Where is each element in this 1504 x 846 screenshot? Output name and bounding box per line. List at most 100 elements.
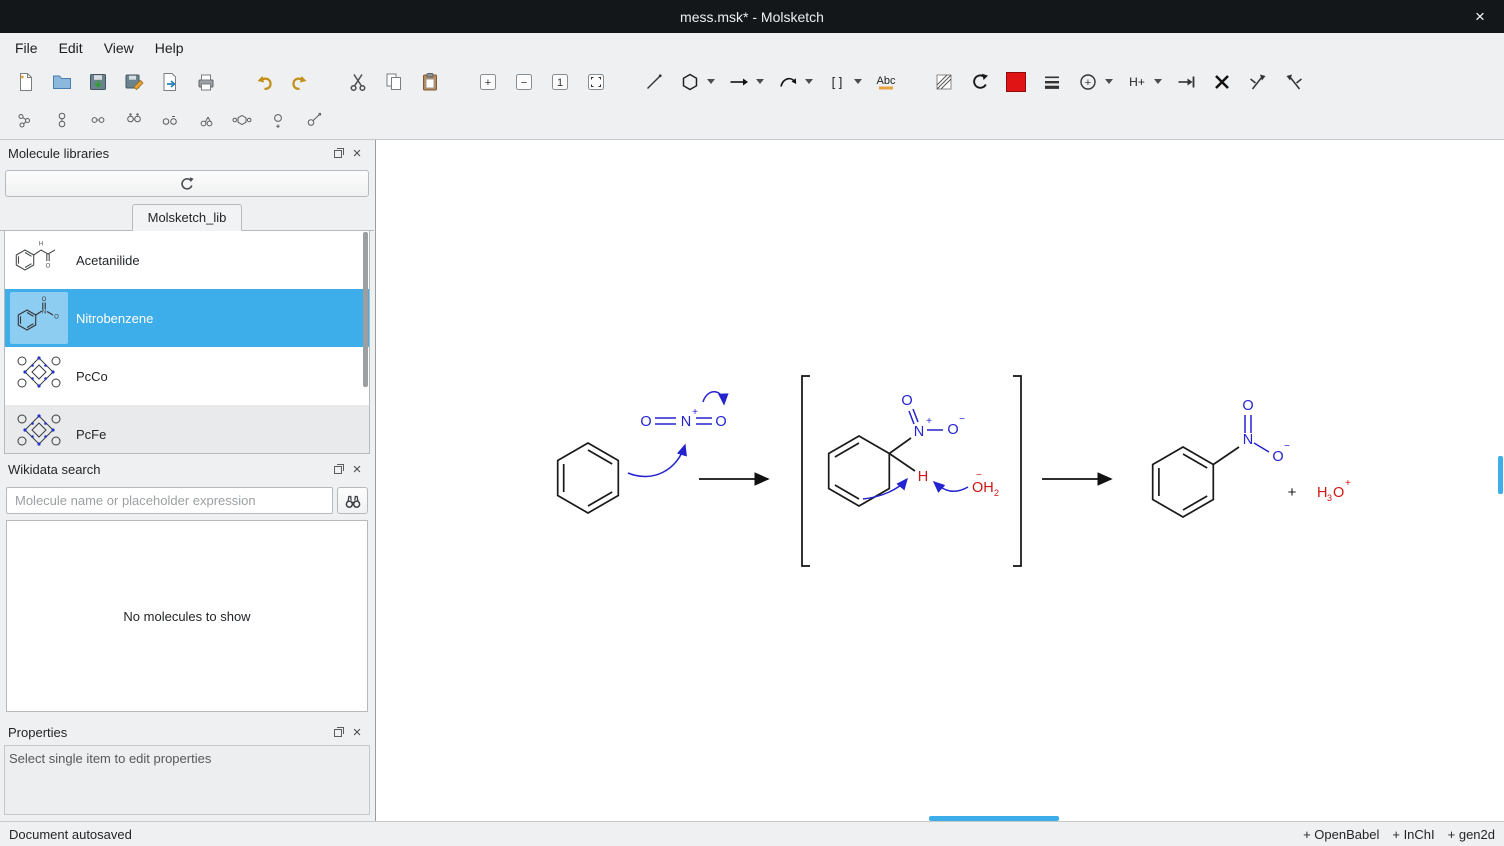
- undo-button[interactable]: [252, 70, 276, 94]
- molecule-template-9[interactable]: [302, 108, 326, 132]
- statusbar: Document autosaved + OpenBabel + InChI +…: [0, 821, 1504, 846]
- mechanism-arrow-n-to-o[interactable]: [703, 392, 724, 404]
- drawing-canvas[interactable]: O N + O: [375, 140, 1504, 822]
- reaction-scheme[interactable]: O N + O: [376, 140, 1504, 821]
- close-dock-icon[interactable]: ×: [348, 723, 366, 741]
- redo-button[interactable]: [288, 70, 312, 94]
- delete-tool[interactable]: [1210, 70, 1234, 94]
- status-plugins: + OpenBabel + InChI + gen2d: [1303, 827, 1495, 842]
- menubar: File Edit View Help: [0, 33, 1504, 62]
- subscript-3: 3: [1327, 493, 1332, 503]
- atom-o: O: [715, 414, 726, 430]
- mechanism-arrow-tool[interactable]: [776, 70, 800, 94]
- acetanilide-thumbnail: H O: [10, 234, 68, 286]
- flip-horizontal-tool[interactable]: [1246, 70, 1270, 94]
- charge-tool[interactable]: +: [1076, 70, 1100, 94]
- save-as-button[interactable]: [122, 70, 146, 94]
- reaction-arrow-dropdown[interactable]: [756, 79, 764, 84]
- molecule-template-4[interactable]: [122, 108, 146, 132]
- charge-plus: +: [1345, 478, 1351, 489]
- product-nitrobenzene[interactable]: O N O −: [1153, 398, 1290, 517]
- zoom-fit-button[interactable]: [584, 70, 608, 94]
- float-dock-icon[interactable]: [330, 723, 348, 741]
- bracket-tool-dropdown[interactable]: [854, 79, 862, 84]
- pcfe-thumbnail: [10, 408, 68, 454]
- refresh-icon: [179, 176, 195, 192]
- paste-button[interactable]: [418, 70, 442, 94]
- charge-minus: −: [1284, 441, 1290, 452]
- ring-tool[interactable]: [678, 70, 702, 94]
- molecule-template-2[interactable]: [50, 108, 74, 132]
- library-item-nitrobenzene[interactable]: N O O Nitrobenzene: [5, 289, 369, 347]
- library-item-pcfe[interactable]: PcFe: [5, 405, 369, 454]
- refresh-library-button[interactable]: [5, 170, 369, 197]
- nitronium-ion[interactable]: O N + O: [640, 407, 726, 430]
- mechanism-arrow-benzene-to-nitronium[interactable]: [628, 445, 685, 477]
- bracket-tool[interactable]: [ ]: [825, 70, 849, 94]
- library-list-scrollbar[interactable]: [363, 232, 368, 387]
- hatch-fill-tool[interactable]: [932, 70, 956, 94]
- menu-edit[interactable]: Edit: [50, 36, 92, 60]
- atom-h: H: [918, 469, 928, 485]
- empty-results-message: No molecules to show: [123, 609, 250, 624]
- zoom-original-button[interactable]: 1: [548, 70, 572, 94]
- library-item-pcco[interactable]: PcCo: [5, 347, 369, 405]
- menu-view[interactable]: View: [95, 36, 143, 60]
- new-document-button[interactable]: [14, 70, 38, 94]
- menu-help[interactable]: Help: [146, 36, 193, 60]
- molecule-template-8[interactable]: [266, 108, 290, 132]
- text-tool[interactable]: Abc: [874, 70, 898, 94]
- atom-o: O: [1272, 449, 1283, 465]
- print-button[interactable]: [194, 70, 218, 94]
- library-tabbar: Molsketch_lib: [0, 201, 374, 231]
- charge-tool-dropdown[interactable]: [1105, 79, 1113, 84]
- menu-file[interactable]: File: [6, 36, 47, 60]
- reactant-benzene[interactable]: [558, 443, 619, 513]
- svg-text:+: +: [485, 77, 491, 89]
- atom-o: O: [901, 393, 912, 409]
- ring-tool-dropdown[interactable]: [707, 79, 715, 84]
- color-swatch-button[interactable]: [1004, 70, 1028, 94]
- charge-minus: −: [976, 470, 982, 481]
- remove-hydrogen-tool[interactable]: [1174, 70, 1198, 94]
- properties-dock: Properties × Select single item to edit …: [0, 719, 374, 822]
- mechanism-arrow-water-to-h[interactable]: [934, 482, 968, 491]
- reaction-arrow-tool[interactable]: [727, 70, 751, 94]
- mechanism-arrow-ring-to-h[interactable]: [863, 479, 907, 499]
- close-dock-icon[interactable]: ×: [348, 460, 366, 478]
- save-document-button[interactable]: [86, 70, 110, 94]
- canvas-vertical-scrollbar[interactable]: [1498, 456, 1503, 494]
- hydrogen-tool-dropdown[interactable]: [1154, 79, 1162, 84]
- water-nucleophile[interactable]: OH 2 −: [972, 470, 999, 498]
- molecule-template-7[interactable]: [230, 108, 254, 132]
- copy-button[interactable]: [382, 70, 406, 94]
- close-dock-icon[interactable]: ×: [348, 144, 366, 162]
- mechanism-arrow-dropdown[interactable]: [805, 79, 813, 84]
- float-dock-icon[interactable]: [330, 460, 348, 478]
- zoom-out-button[interactable]: −: [512, 70, 536, 94]
- molecule-template-5[interactable]: [158, 108, 182, 132]
- molecule-label: PcCo: [76, 369, 108, 384]
- svg-text:H: H: [39, 242, 43, 248]
- tab-molsketch-lib[interactable]: Molsketch_lib: [132, 204, 243, 231]
- zoom-in-button[interactable]: +: [476, 70, 500, 94]
- molecule-template-3[interactable]: [86, 108, 110, 132]
- float-dock-icon[interactable]: [330, 144, 348, 162]
- molecule-template-6[interactable]: [194, 108, 218, 132]
- hydrogen-tool[interactable]: H+: [1125, 70, 1149, 94]
- open-document-button[interactable]: [50, 70, 74, 94]
- flip-vertical-tool[interactable]: [1282, 70, 1306, 94]
- window-close-button[interactable]: ×: [1464, 0, 1496, 33]
- search-button[interactable]: [337, 487, 368, 514]
- molecule-template-1[interactable]: [14, 108, 38, 132]
- hydronium-ion[interactable]: H 3 O +: [1317, 478, 1351, 503]
- wikidata-search-row: [0, 482, 374, 520]
- draw-bond-tool[interactable]: [642, 70, 666, 94]
- export-document-button[interactable]: [158, 70, 182, 94]
- cut-button[interactable]: [346, 70, 370, 94]
- wikidata-search-title: Wikidata search: [8, 462, 330, 477]
- line-width-button[interactable]: [1040, 70, 1064, 94]
- library-item-acetanilide[interactable]: H O Acetanilide: [5, 231, 369, 289]
- rotate-tool[interactable]: [968, 70, 992, 94]
- search-input[interactable]: [6, 487, 333, 514]
